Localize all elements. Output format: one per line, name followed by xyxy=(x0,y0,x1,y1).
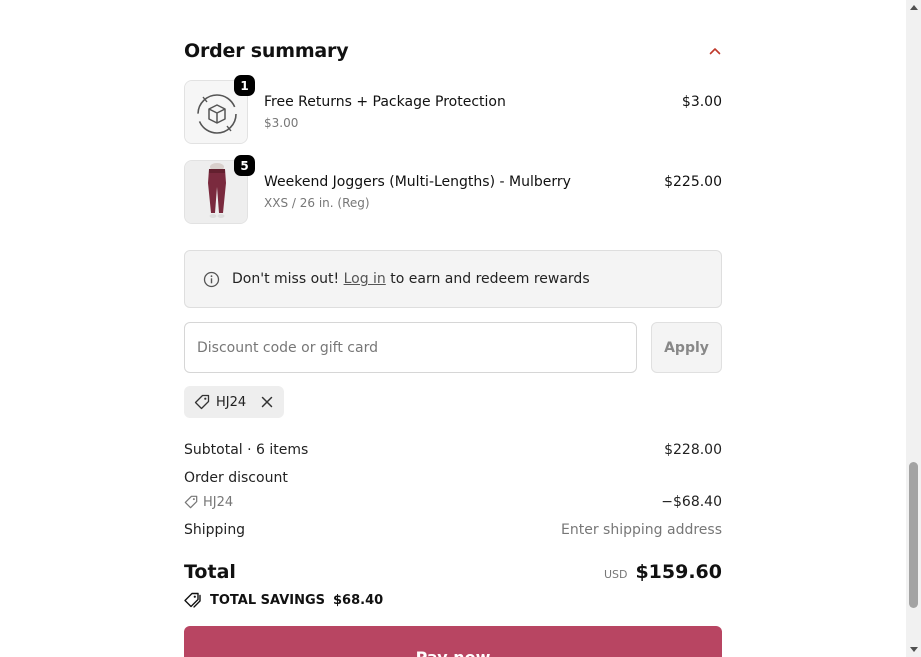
item-name: Weekend Joggers (Multi-Lengths) - Mulber… xyxy=(264,174,571,190)
shipping-value: Enter shipping address xyxy=(561,522,722,538)
subtotal-label: Subtotal · 6 items xyxy=(184,442,309,458)
savings-label: TOTAL SAVINGS xyxy=(210,592,326,608)
notice-suffix: to earn and redeem rewards xyxy=(390,271,590,287)
remove-discount-icon[interactable] xyxy=(260,395,274,409)
subtotal-row: Subtotal · 6 items $228.00 xyxy=(184,440,722,460)
shipping-label: Shipping xyxy=(184,522,246,538)
scrollbar[interactable] xyxy=(906,0,921,657)
total-amount: $159.60 xyxy=(635,561,722,583)
discount-code-label: HJ24 xyxy=(203,494,234,510)
pay-now-button[interactable]: Pay now xyxy=(184,626,722,657)
total-savings: TOTAL SAVINGS $68.40 xyxy=(184,592,383,608)
total-row: Total USD $159.60 xyxy=(184,558,722,586)
applied-code: HJ24 xyxy=(216,394,247,410)
applied-discount-chip: HJ24 xyxy=(184,386,285,418)
discount-code-input[interactable] xyxy=(184,322,637,373)
scroll-up-arrow-icon[interactable] xyxy=(906,0,921,15)
discount-value: −$68.40 xyxy=(661,494,722,510)
scrollbar-thumb[interactable] xyxy=(909,462,918,608)
apply-button[interactable]: Apply xyxy=(651,322,722,373)
savings-tag-icon xyxy=(184,592,202,608)
item-subtitle: XXS / 26 in. (Reg) xyxy=(264,196,370,210)
tag-icon xyxy=(194,394,210,410)
notice-prefix: Don't miss out! xyxy=(232,271,340,287)
line-item: 1 Free Returns + Package Protection $3.0… xyxy=(184,75,722,146)
currency-code: USD xyxy=(603,568,628,581)
rewards-notice: Don't miss out! Log in to earn and redee… xyxy=(184,250,722,308)
item-price: $225.00 xyxy=(664,174,722,190)
savings-value: $68.40 xyxy=(333,592,384,608)
chevron-up-icon[interactable] xyxy=(708,44,722,58)
tag-icon xyxy=(184,495,198,509)
order-discount-label: Order discount xyxy=(184,470,288,486)
login-link[interactable]: Log in xyxy=(344,271,386,287)
order-discount-row: Order discount xyxy=(184,468,722,488)
discount-detail-row: HJ24 −$68.40 xyxy=(184,492,722,512)
total-label: Total xyxy=(184,561,236,583)
order-summary-header[interactable]: Order summary xyxy=(184,38,722,64)
item-price: $3.00 xyxy=(681,94,722,110)
discount-row: Apply xyxy=(184,322,722,374)
subtotal-value: $228.00 xyxy=(664,442,722,458)
shipping-row: Shipping Enter shipping address xyxy=(184,520,722,540)
line-item: 5 Weekend Joggers (Multi-Lengths) - Mulb… xyxy=(184,155,722,226)
item-subtitle: $3.00 xyxy=(264,116,299,130)
info-icon xyxy=(203,271,220,288)
scroll-down-arrow-icon[interactable] xyxy=(906,642,921,657)
quantity-badge: 1 xyxy=(234,75,255,96)
item-name: Free Returns + Package Protection xyxy=(264,94,506,110)
order-summary-title: Order summary xyxy=(184,40,349,62)
quantity-badge: 5 xyxy=(234,155,255,176)
